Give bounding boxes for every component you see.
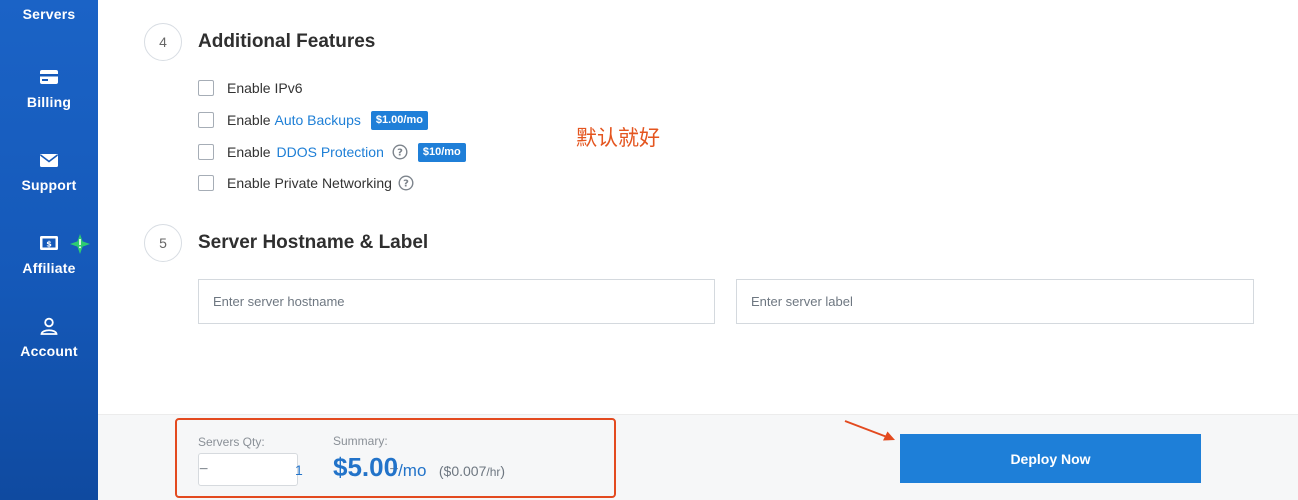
decrement-button[interactable]: − [199,461,208,479]
summary-label: Summary: [333,434,388,448]
step-number: 5 [144,224,182,262]
feature-private-networking: Enable Private Networking ? [198,174,414,192]
sidebar-item-affiliate[interactable]: $ Affiliate [0,232,98,276]
section-title: Additional Features [198,31,376,52]
ddos-protection-link[interactable]: DDOS Protection [276,144,383,160]
sidebar-item-support[interactable]: Support [0,149,98,193]
sidebar-item-label: Servers [22,6,76,22]
auto-backups-checkbox[interactable] [198,112,214,128]
auto-backups-link[interactable]: Auto Backups [274,112,360,128]
main-content: 4 Additional Features Enable IPv6 Enable… [98,0,1298,414]
sidebar-item-label: Billing [26,94,72,110]
feature-ddos-protection: Enable DDOS Protection ? $10/mo [198,142,466,162]
price-badge: $10/mo [417,142,466,162]
svg-text:?: ? [397,148,403,159]
svg-text:$: $ [46,239,52,248]
sidebar-item-label: Affiliate [22,260,76,276]
sparkle-icon [70,234,90,254]
hourly-value: $0.007 [443,463,487,479]
hourly-price: ($0.007/hr) [439,463,505,479]
sidebar-item-label: Account [20,343,78,359]
price-badge: $1.00/mo [370,110,428,130]
feature-label: Enable [227,144,275,160]
summary-price: $5.00/mo ($0.007/hr) [333,452,505,483]
section-title: Server Hostname & Label [198,232,429,253]
help-icon[interactable]: ? [392,144,408,160]
monthly-price: $5.00 [333,452,399,482]
servers-qty-label: Servers Qty: [198,435,265,449]
order-footer: Servers Qty: − + Summary: $5.00/mo ($0.0… [98,414,1298,500]
sidebar: Servers Billing Support $ Affiliate Acco… [0,0,98,500]
hostname-input[interactable] [198,279,715,324]
feature-ipv6: Enable IPv6 [198,79,303,97]
dollar-bill-icon: $ [40,236,58,250]
annotation-arrow-icon [844,420,895,441]
feature-label: Enable IPv6 [227,80,303,96]
annotation-note: 默认就好 [576,126,660,150]
feature-label: Enable [227,112,275,128]
deploy-now-button[interactable]: Deploy Now [900,434,1201,483]
hourly-unit: /hr [486,465,501,479]
help-icon[interactable]: ? [398,175,414,191]
quantity-stepper: − + [198,453,399,486]
feature-auto-backups: Enable Auto Backups $1.00/mo [198,110,428,130]
credit-card-icon [40,70,58,84]
ipv6-checkbox[interactable] [198,80,214,96]
envelope-icon [40,154,58,167]
sidebar-item-billing[interactable]: Billing [0,66,98,110]
step-number: 4 [144,23,182,61]
feature-label: Enable Private Networking [227,175,392,191]
ddos-checkbox[interactable] [198,144,214,160]
hourly-paren-close: ) [500,463,506,479]
sidebar-item-servers[interactable]: Servers [0,0,98,22]
svg-text:?: ? [403,179,409,190]
monthly-unit: /mo [398,461,427,480]
label-input[interactable] [736,279,1254,324]
private-networking-checkbox[interactable] [198,175,214,191]
user-icon [40,317,58,335]
sidebar-item-account[interactable]: Account [0,315,98,359]
sidebar-item-label: Support [21,177,77,193]
